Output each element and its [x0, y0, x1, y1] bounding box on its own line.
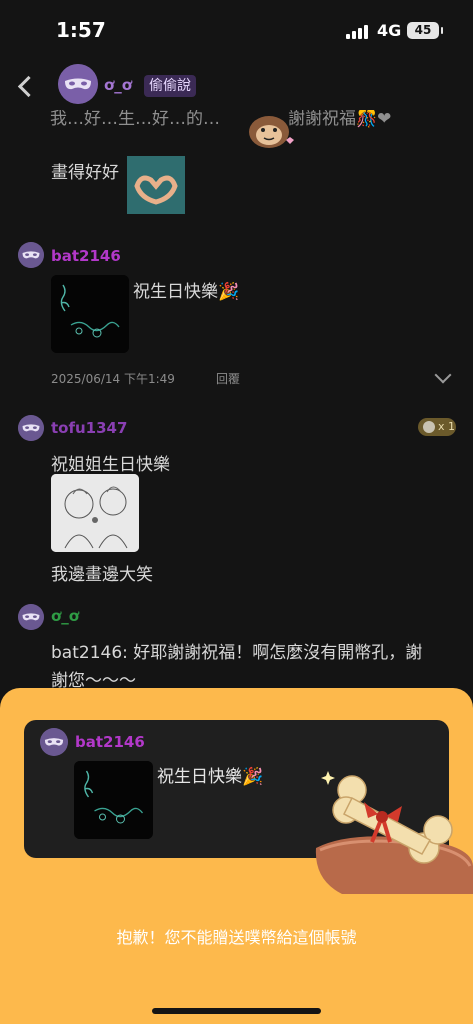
heart-hands-icon	[127, 156, 185, 214]
reply-button[interactable]: 回覆	[216, 370, 240, 387]
heart-hands-image[interactable]	[127, 156, 185, 214]
signal-icon	[346, 25, 370, 39]
gift-badge: x 1	[418, 418, 456, 436]
monkey-sticker	[249, 116, 294, 148]
image-caption: 我邊畫邊大笑	[51, 565, 153, 585]
avatar[interactable]	[58, 64, 98, 104]
mask-icon	[18, 604, 44, 630]
username-tofu1347[interactable]: tofu1347	[51, 419, 127, 437]
anonymous-tag: 偷偷說	[144, 75, 196, 97]
avatar[interactable]	[18, 415, 44, 441]
message-text: bat2146: 好耶謝謝祝福！啊怎麼沒有開幣孔，謝	[51, 643, 423, 663]
network-type: 4G	[377, 21, 402, 40]
status-bar: 1:57 4G 45	[0, 0, 473, 62]
avatar	[40, 728, 68, 756]
header-username: ơ_ơ	[104, 76, 133, 94]
preview-artwork-thumbnail	[74, 761, 153, 839]
mask-icon	[40, 728, 68, 756]
status-time: 1:57	[56, 18, 106, 42]
message-text: 祝生日快樂🎉	[133, 282, 240, 302]
bottom-sheet: bat2146 祝生日快樂🎉 抱歉！您不能贈送噗幣給這個帳號	[0, 688, 473, 1024]
sketch-image[interactable]	[51, 474, 139, 552]
home-indicator	[152, 1008, 321, 1014]
back-button[interactable]	[12, 70, 42, 100]
message-text: 畫得好好	[51, 163, 119, 183]
artwork-thumbnail[interactable]	[51, 275, 129, 353]
calligraphy-image	[51, 275, 129, 353]
sketch-drawing	[51, 474, 139, 552]
username-bat2146[interactable]: bat2146	[51, 247, 121, 265]
preview-username: bat2146	[75, 733, 145, 751]
mask-icon	[58, 64, 98, 104]
bone-gift-illustration	[315, 771, 473, 894]
timestamp: 2025/06/14 下午1:49	[51, 372, 175, 386]
response-feed: 我…好…生…好…的… 謝謝祝福🎊❤ 畫得好好 bat2146 祝生日快樂🎉 20…	[0, 110, 473, 688]
avatar[interactable]	[18, 242, 44, 268]
chevron-down-icon[interactable]	[434, 366, 452, 384]
battery-icon: 45	[407, 22, 443, 39]
mask-icon	[18, 242, 44, 268]
preview-message-text: 祝生日快樂🎉	[157, 767, 264, 787]
mask-icon	[18, 415, 44, 441]
chat-header: ơ_ơ 偷偷說	[0, 62, 473, 110]
message-text: 祝姐姐生日快樂	[51, 455, 170, 475]
gift-error-message: 抱歉！您不能贈送噗幣給這個帳號	[116, 928, 357, 947]
message-text: 謝您～～～	[51, 671, 136, 688]
username-self[interactable]: ơ_ơ	[51, 607, 79, 625]
calligraphy-image	[74, 761, 153, 839]
avatar[interactable]	[18, 604, 44, 630]
